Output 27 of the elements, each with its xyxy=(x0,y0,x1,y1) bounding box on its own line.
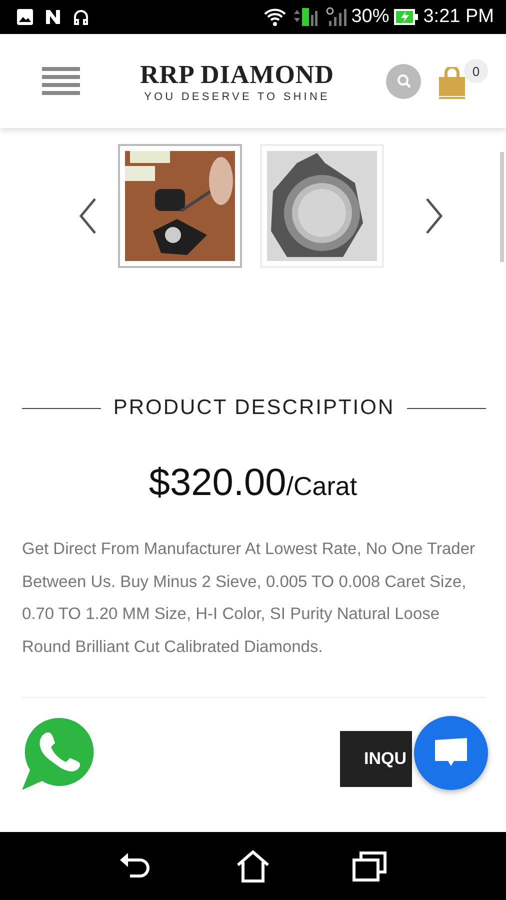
signal-icon xyxy=(325,6,348,28)
section-title: PRODUCT DESCRIPTION xyxy=(113,396,395,420)
battery-charging-icon xyxy=(393,7,420,27)
whatsapp-icon[interactable] xyxy=(20,716,96,792)
home-icon[interactable] xyxy=(234,849,271,883)
previous-button[interactable] xyxy=(78,197,98,235)
cart-count-badge: 0 xyxy=(464,59,488,83)
chevron-right-icon xyxy=(424,197,444,235)
chat-button[interactable] xyxy=(414,716,488,790)
battery-percent: 30% xyxy=(351,6,390,28)
next-button[interactable] xyxy=(424,197,444,235)
thumbnail[interactable] xyxy=(118,144,242,268)
price: $320.00/Carat xyxy=(148,461,358,506)
menu-icon xyxy=(42,67,80,95)
wifi-icon xyxy=(263,7,288,27)
brand-name[interactable]: RRP DIAMOND xyxy=(140,60,334,90)
brand-tagline: YOU DESERVE TO SHINE xyxy=(144,90,330,102)
search-icon xyxy=(396,73,412,89)
inquiry-button[interactable]: INQU xyxy=(340,731,412,787)
recent-apps-icon[interactable] xyxy=(352,850,388,882)
n-icon xyxy=(44,8,62,26)
image-icon xyxy=(16,8,34,26)
chevron-left-icon xyxy=(78,197,98,235)
headphones-icon xyxy=(72,8,90,26)
clock: 3:21 PM xyxy=(423,6,494,28)
menu-button[interactable] xyxy=(42,67,80,95)
product-description: Get Direct From Manufacturer At Lowest Rate, No One Trader Between Us. Buy Minus 2 Sieve, 0.005 TO 0.008 Caret Size, 0.70 TO 1.20 MM Size, H-I Color, SI Purity Natural Loose Round Brilliant Cut Calibrated Diamonds. xyxy=(22,539,476,658)
